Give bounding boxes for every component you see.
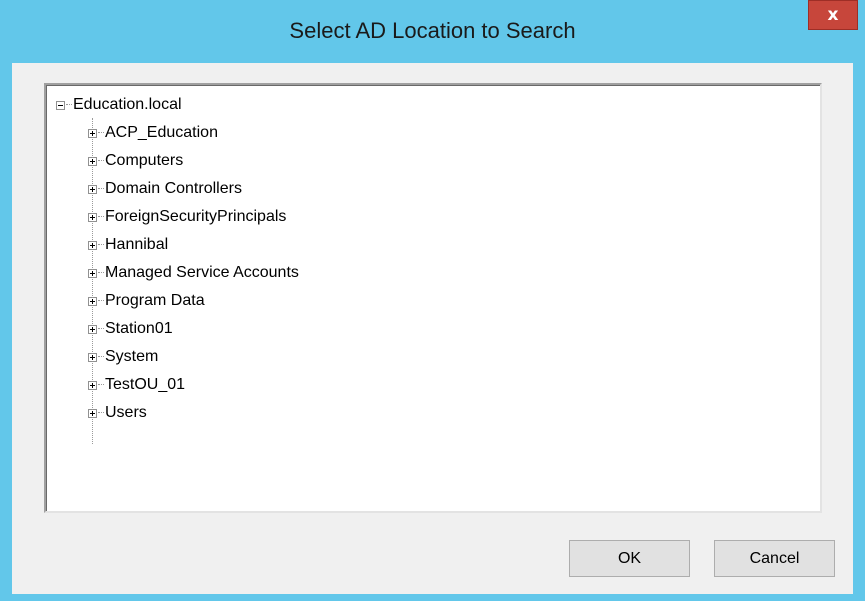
expand-icon[interactable] [88, 296, 97, 306]
tree-root-node[interactable]: Education.local [56, 94, 182, 116]
expand-icon[interactable] [88, 324, 97, 334]
tree-node[interactable]: Computers [88, 150, 183, 172]
close-button[interactable]: x [808, 0, 858, 30]
tree-connector [98, 412, 104, 414]
tree-node[interactable]: Station01 [88, 318, 173, 340]
tree-node-label[interactable]: Program Data [105, 292, 205, 310]
tree-node-label[interactable]: ForeignSecurityPrincipals [105, 208, 286, 226]
tree-connector [66, 104, 72, 106]
expand-icon[interactable] [88, 380, 97, 390]
tree-node[interactable]: Hannibal [88, 234, 168, 256]
tree-root-label[interactable]: Education.local [73, 96, 182, 114]
tree-connector [98, 244, 104, 246]
expand-icon[interactable] [88, 128, 97, 138]
ad-tree-view[interactable]: Education.local ACP_Education Computers … [44, 83, 822, 513]
collapse-icon[interactable] [56, 100, 65, 110]
tree-node[interactable]: Users [88, 402, 147, 424]
tree-connector [98, 272, 104, 274]
expand-icon[interactable] [88, 212, 97, 222]
tree-node[interactable]: ForeignSecurityPrincipals [88, 206, 286, 228]
tree-connector [98, 356, 104, 358]
tree-node[interactable]: System [88, 346, 158, 368]
expand-icon[interactable] [88, 352, 97, 362]
tree-node-label[interactable]: Managed Service Accounts [105, 264, 299, 282]
expand-icon[interactable] [88, 184, 97, 194]
ok-button[interactable]: OK [569, 540, 690, 577]
tree-node-label[interactable]: Computers [105, 152, 183, 170]
tree-node-label[interactable]: Domain Controllers [105, 180, 242, 198]
tree-node-label[interactable]: System [105, 348, 158, 366]
tree-node[interactable]: ACP_Education [88, 122, 218, 144]
tree-node[interactable]: TestOU_01 [88, 374, 185, 396]
tree-node-label[interactable]: Hannibal [105, 236, 168, 254]
tree-connector [98, 216, 104, 218]
tree-node-label[interactable]: Station01 [105, 320, 173, 338]
tree-node-label[interactable]: Users [105, 404, 147, 422]
tree-node[interactable]: Managed Service Accounts [88, 262, 299, 284]
tree-connector [98, 188, 104, 190]
tree-node[interactable]: Program Data [88, 290, 205, 312]
tree-node-label[interactable]: ACP_Education [105, 124, 218, 142]
title-bar[interactable]: Select AD Location to Search x [0, 0, 865, 63]
cancel-button[interactable]: Cancel [714, 540, 835, 577]
tree-connector [98, 328, 104, 330]
tree-connector [98, 160, 104, 162]
tree-node-label[interactable]: TestOU_01 [105, 376, 185, 394]
window-title: Select AD Location to Search [289, 18, 576, 43]
expand-icon[interactable] [88, 408, 97, 418]
dialog-window: Select AD Location to Search x Education… [0, 0, 865, 601]
expand-icon[interactable] [88, 268, 97, 278]
expand-icon[interactable] [88, 156, 97, 166]
close-icon: x [827, 4, 839, 25]
expand-icon[interactable] [88, 240, 97, 250]
tree-node[interactable]: Domain Controllers [88, 178, 242, 200]
tree-connector [98, 300, 104, 302]
dialog-client-area: Education.local ACP_Education Computers … [12, 63, 853, 594]
tree-connector [98, 132, 104, 134]
tree-connector [98, 384, 104, 386]
